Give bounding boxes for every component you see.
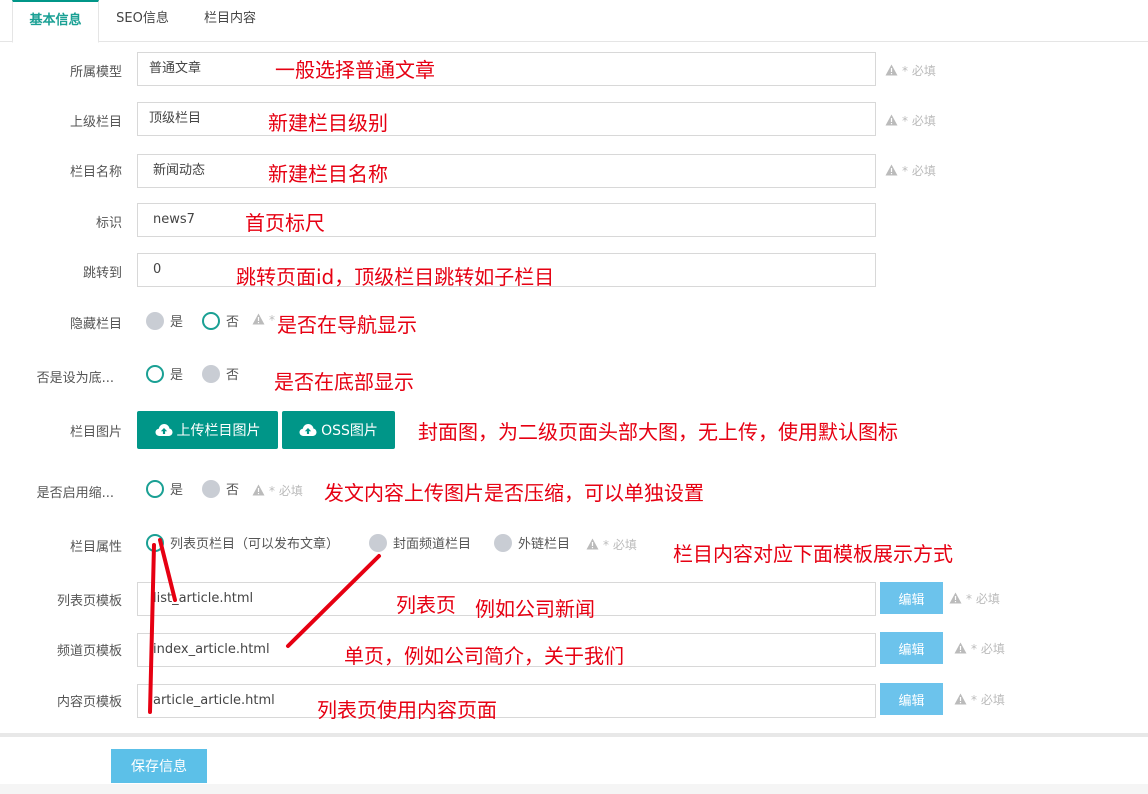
hidden-radio-no[interactable]: 否 xyxy=(202,311,239,330)
attr-label: 栏目属性 xyxy=(69,540,122,555)
tpl-list-note-1: 列表页 xyxy=(396,593,456,617)
name-note: 新建栏目名称 xyxy=(268,162,388,186)
warning-icon xyxy=(885,64,898,76)
tpl-list-required: * 必填 xyxy=(949,590,1000,607)
model-required: * 必填 xyxy=(885,62,936,79)
tpl-channel-edit-button[interactable]: 编辑 xyxy=(880,632,943,664)
image-label: 栏目图片 xyxy=(69,425,122,440)
image-note: 封面图，为二级页面头部大图，无上传，使用默认图标 xyxy=(418,420,898,444)
radio-dot xyxy=(146,311,164,330)
bottom-note: 是否在底部显示 xyxy=(274,370,414,394)
radio-dot xyxy=(146,533,164,552)
radio-dot xyxy=(494,533,512,552)
footer-strip xyxy=(0,784,1148,794)
name-input[interactable]: 新闻动态 xyxy=(137,154,876,188)
jump-note: 跳转页面id，顶级栏目跳转如子栏目 xyxy=(236,265,555,289)
tpl-content-note: 列表页使用内容页面 xyxy=(317,698,497,722)
warning-icon xyxy=(885,164,898,176)
tpl-content-label: 内容页模板 xyxy=(56,695,122,710)
attr-note: 栏目内容对应下面模板展示方式 xyxy=(673,542,953,566)
compress-radio-no[interactable]: 否 xyxy=(202,479,239,498)
tpl-list-edit-button[interactable]: 编辑 xyxy=(880,582,943,614)
tpl-list-label: 列表页模板 xyxy=(56,594,122,609)
bottom-radio-yes[interactable]: 是 xyxy=(146,364,183,383)
name-required: * 必填 xyxy=(885,162,936,179)
warning-icon xyxy=(954,693,967,705)
attr-required: * 必填 xyxy=(586,536,637,553)
radio-dot xyxy=(369,533,387,552)
tpl-list-note-2: 例如公司新闻 xyxy=(475,597,595,621)
tpl-channel-required: * 必填 xyxy=(954,640,1005,657)
tpl-channel-note: 单页，例如公司简介，关于我们 xyxy=(344,644,624,668)
hidden-required: * xyxy=(252,313,275,327)
hidden-radio-yes[interactable]: 是 xyxy=(146,311,183,330)
tab-basic-info[interactable]: 基本信息 xyxy=(12,0,99,43)
radio-dot xyxy=(146,479,164,498)
parent-select[interactable]: 顶级栏目 xyxy=(137,102,876,136)
tpl-content-input[interactable]: article_article.html xyxy=(137,684,876,718)
warning-icon xyxy=(252,313,265,325)
tab-column-content[interactable]: 栏目内容 xyxy=(190,0,270,42)
radio-dot xyxy=(146,364,164,383)
compress-note: 发文内容上传图片是否压缩，可以单独设置 xyxy=(324,481,704,505)
cloud-upload-icon xyxy=(155,424,172,436)
attr-radio-list[interactable]: 列表页栏目（可以发布文章） xyxy=(146,533,339,552)
tpl-content-edit-button[interactable]: 编辑 xyxy=(880,683,943,715)
tab-seo-info[interactable]: SEO信息 xyxy=(105,0,180,42)
radio-dot xyxy=(202,311,220,330)
upload-image-button[interactable]: 上传栏目图片 xyxy=(137,411,278,449)
compress-radio-yes[interactable]: 是 xyxy=(146,479,183,498)
model-select[interactable]: 普通文章 xyxy=(137,52,876,86)
tpl-channel-label: 频道页模板 xyxy=(56,644,122,659)
hidden-label: 隐藏栏目 xyxy=(69,317,122,332)
warning-icon xyxy=(586,538,599,550)
radio-dot xyxy=(202,364,220,383)
compress-label: 是否启用缩... xyxy=(36,486,114,501)
oss-image-button[interactable]: OSS图片 xyxy=(282,411,395,449)
attr-radio-cover[interactable]: 封面频道栏目 xyxy=(369,533,471,552)
parent-label: 上级栏目 xyxy=(69,115,122,130)
ident-label: 标识 xyxy=(95,216,122,231)
parent-required: * 必填 xyxy=(885,112,936,129)
bottom-label: 否是设为底... xyxy=(36,371,114,386)
ident-note: 首页标尺 xyxy=(245,211,325,235)
warning-icon xyxy=(954,642,967,654)
tab-bar: 基本信息 SEO信息 栏目内容 xyxy=(0,0,1148,43)
cloud-upload-icon xyxy=(299,424,317,436)
warning-icon xyxy=(252,484,265,496)
parent-note: 新建栏目级别 xyxy=(268,111,388,135)
name-label: 栏目名称 xyxy=(69,165,122,180)
radio-dot xyxy=(202,479,220,498)
footer-divider xyxy=(0,733,1148,737)
model-label: 所属模型 xyxy=(69,65,122,80)
attr-radio-link[interactable]: 外链栏目 xyxy=(494,533,570,552)
jump-label: 跳转到 xyxy=(82,266,122,281)
save-button[interactable]: 保存信息 xyxy=(111,749,207,783)
tpl-content-required: * 必填 xyxy=(954,691,1005,708)
model-note: 一般选择普通文章 xyxy=(275,58,435,82)
bottom-radio-no[interactable]: 否 xyxy=(202,364,239,383)
hidden-note: 是否在导航显示 xyxy=(277,313,417,337)
compress-required: * 必填 xyxy=(252,482,303,499)
warning-icon xyxy=(949,592,962,604)
warning-icon xyxy=(885,114,898,126)
